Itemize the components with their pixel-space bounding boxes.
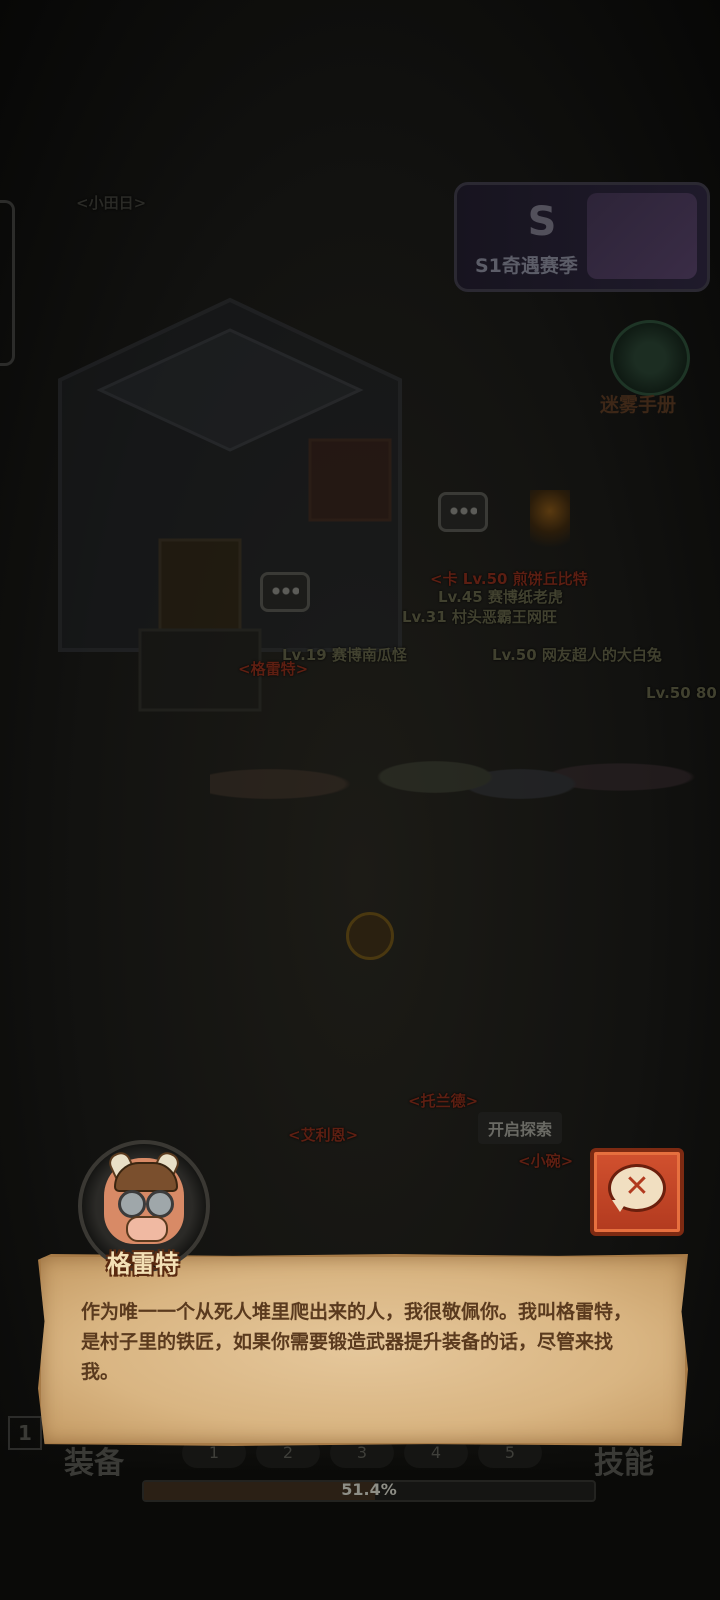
left-side-panel[interactable] xyxy=(0,200,15,366)
npc-name-tag[interactable]: <托兰德> xyxy=(408,1090,478,1111)
game-scene: <小田日> <格雷特> <托兰德> <艾利恩> <小碗> <卡 Lv.50 煎饼… xyxy=(0,0,720,1600)
bubble-tail xyxy=(612,1200,628,1212)
speaker-name: 格雷特 xyxy=(107,1250,179,1278)
season-knight-art xyxy=(587,193,697,279)
goggle-left xyxy=(118,1190,146,1218)
torch xyxy=(530,490,570,560)
npc-name-tag[interactable]: <艾利恩> xyxy=(288,1124,358,1145)
coin-icon[interactable] xyxy=(346,912,394,960)
fog-handbook-label[interactable]: 迷雾手册 xyxy=(600,390,676,417)
chat-bubble-icon[interactable] xyxy=(260,572,310,612)
chat-bubble-icon[interactable] xyxy=(438,492,488,532)
player-label[interactable]: Lv.50 网友超人的大白兔 xyxy=(492,644,662,665)
exp-progress-text: 51.4% xyxy=(341,1480,397,1499)
explore-tip[interactable]: 开启探索 xyxy=(478,1112,563,1144)
close-dialog-button[interactable]: ✕ xyxy=(590,1148,684,1236)
npc-name-tag: <小田日> xyxy=(76,194,147,212)
season-s-icon: S xyxy=(527,199,557,245)
player-label[interactable]: Lv.45 赛博纸老虎 xyxy=(438,586,563,607)
npc-face xyxy=(104,1148,184,1244)
season-label: S1奇遇赛季 xyxy=(475,255,578,277)
npc-name-tag[interactable]: <小碗> xyxy=(518,1150,573,1171)
goggle-right xyxy=(146,1190,174,1218)
npc-snout xyxy=(126,1216,168,1242)
season-banner[interactable]: S S1奇遇赛季 xyxy=(454,182,710,292)
level-badge: 1 xyxy=(8,1416,42,1450)
npc-hat xyxy=(114,1162,178,1192)
player-label[interactable]: Lv.31 村头恶霸王网旺 xyxy=(402,606,557,627)
dialog-text: 作为唯一一个从死人堆里爬出来的人，我很敬佩你。我叫格雷特，是村子里的铁匠，如果你… xyxy=(81,1301,633,1383)
exp-progress-bar: 51.4% xyxy=(142,1480,596,1502)
handbook-icon[interactable] xyxy=(610,320,690,396)
blacksmith-house xyxy=(58,297,402,712)
player-characters[interactable] xyxy=(210,700,710,840)
player-label[interactable]: Lv.19 赛博南瓜怪 xyxy=(282,644,407,665)
npc-dialog-box[interactable]: 作为唯一一个从死人堆里爬出来的人，我很敬佩你。我叫格雷特，是村子里的铁匠，如果你… xyxy=(38,1254,688,1446)
